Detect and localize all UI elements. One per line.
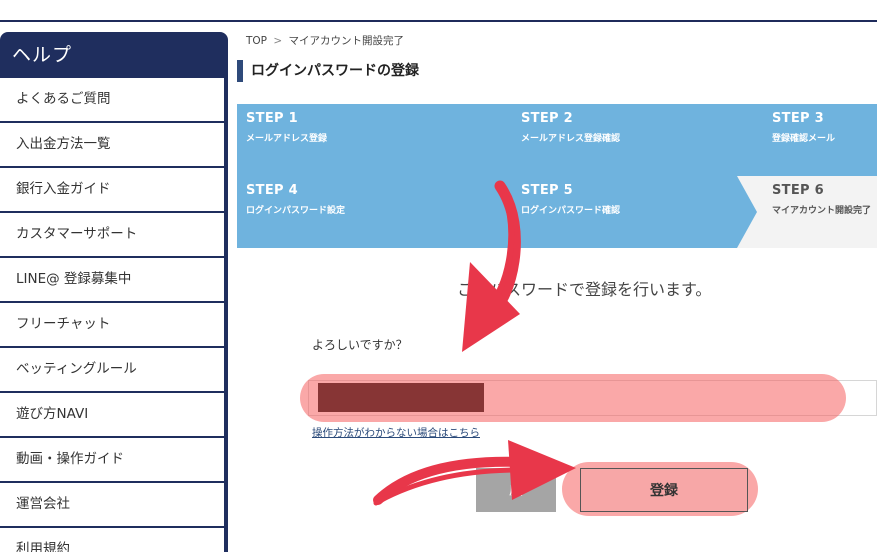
sidebar-item-betting-rules[interactable]: ベッティングルール: [0, 348, 224, 391]
sidebar-list: よくあるご質問 入出金方法一覧 銀行入金ガイド カスタマーサポート LINE@ …: [0, 78, 224, 552]
sidebar-item-play-navi[interactable]: 遊び方NAVI: [0, 393, 224, 436]
step-number: STEP 4: [246, 183, 299, 198]
top-header-strip: [0, 0, 877, 22]
page-title: ログインパスワードの登録: [237, 60, 419, 82]
help-sidebar: ヘルプ よくあるご質問 入出金方法一覧 銀行入金ガイド カスタマーサポート LI…: [0, 32, 228, 552]
sidebar-item-payment-methods[interactable]: 入出金方法一覧: [0, 123, 224, 166]
sidebar-item-company[interactable]: 運営会社: [0, 483, 224, 526]
step-label: メールアドレス登録: [246, 134, 328, 144]
step-1: STEP 1 メールアドレス登録: [246, 111, 327, 144]
step-label: ログインパスワード設定: [246, 206, 346, 216]
step-progress: STEP 1 メールアドレス登録 STEP 2 メールアドレス登録確認 STEP…: [237, 104, 877, 248]
sidebar-item-terms[interactable]: 利用規約: [0, 528, 224, 552]
sidebar-item-faq[interactable]: よくあるご質問: [0, 78, 224, 121]
step-number: STEP 3: [772, 111, 825, 126]
step-6: STEP 6 マイアカウント開設完了: [772, 183, 871, 216]
breadcrumb-separator: >: [273, 35, 283, 47]
sidebar-title: ヘルプ: [12, 44, 73, 66]
step-3: STEP 3 登録確認メール: [772, 111, 835, 144]
step-2: STEP 2 メールアドレス登録確認: [521, 111, 620, 144]
breadcrumb-home-link[interactable]: TOP: [246, 35, 267, 47]
step-label: マイアカウント開設完了: [772, 206, 872, 216]
step-label: 登録確認メール: [772, 134, 836, 144]
breadcrumb: TOP > マイアカウント開設完了: [246, 33, 404, 48]
step-label: メールアドレス登録確認: [521, 134, 621, 144]
breadcrumb-current: マイアカウント開設完了: [288, 35, 405, 47]
sidebar-item-bank-deposit-guide[interactable]: 銀行入金ガイド: [0, 168, 224, 211]
register-button[interactable]: 登録: [580, 468, 748, 512]
step-number: STEP 5: [521, 183, 574, 198]
back-button[interactable]: 戻: [476, 468, 556, 512]
step-number: STEP 1: [246, 111, 299, 126]
step-arrow-icon: [737, 176, 757, 248]
help-link[interactable]: 操作方法がわからない場合はこちら: [312, 425, 480, 440]
sidebar-item-line-registration[interactable]: LINE@ 登録募集中: [0, 258, 224, 301]
sidebar-item-customer-support[interactable]: カスタマーサポート: [0, 213, 224, 256]
sidebar-item-free-chat[interactable]: フリーチャット: [0, 303, 224, 346]
sidebar-item-video-guide[interactable]: 動画・操作ガイド: [0, 438, 224, 481]
step-label: ログインパスワード確認: [521, 206, 621, 216]
password-highlight-annotation: [300, 374, 846, 422]
step-number: STEP 2: [521, 111, 574, 126]
step-4: STEP 4 ログインパスワード設定: [246, 183, 345, 216]
step-5: STEP 5 ログインパスワード確認: [521, 183, 620, 216]
confirm-question: よろしいですか？: [312, 338, 408, 352]
confirm-message: このパスワードで登録を行います。: [457, 280, 712, 299]
step-number: STEP 6: [772, 183, 825, 198]
